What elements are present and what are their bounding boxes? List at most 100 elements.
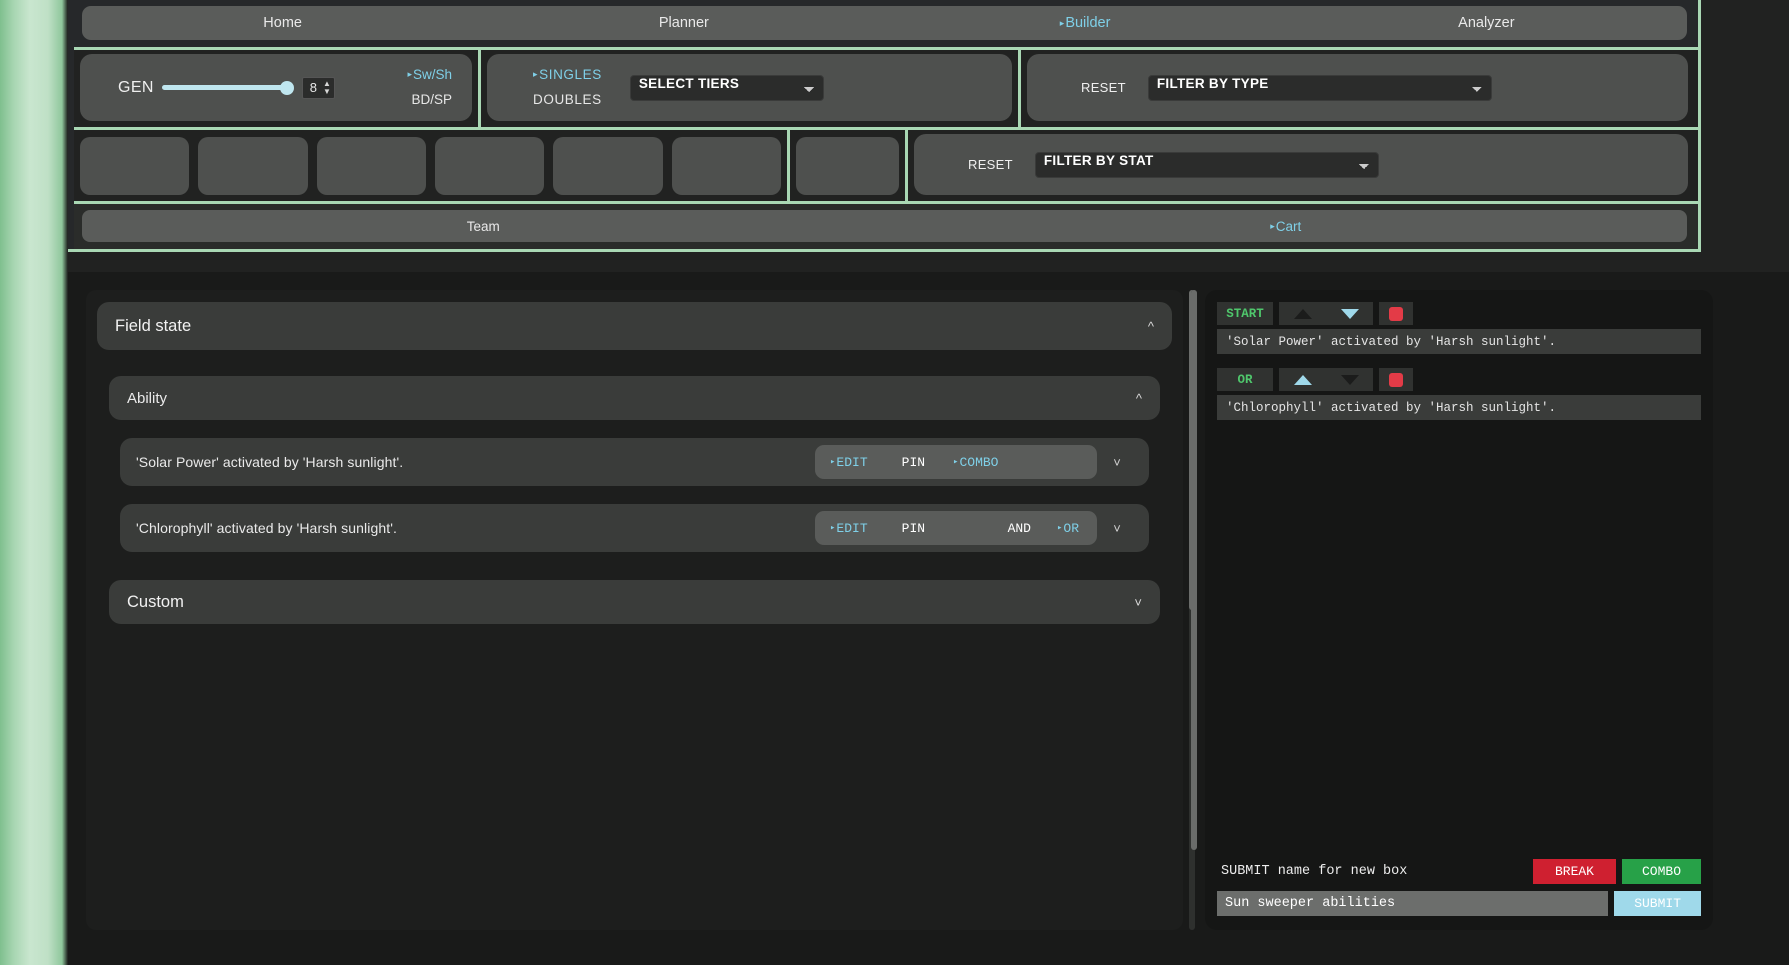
team-cart-tabbar: Team ▸Cart bbox=[74, 201, 1698, 249]
format-option-doubles[interactable]: DOUBLES bbox=[533, 88, 602, 113]
move-up-icon[interactable] bbox=[1293, 308, 1312, 319]
card-tag-or[interactable]: OR bbox=[1217, 368, 1273, 391]
format-panel: ▸SINGLES DOUBLES SELECT TIERS bbox=[481, 47, 1021, 127]
chevron-down-icon: ˅ bbox=[1134, 594, 1142, 610]
caret-right-icon: ▸ bbox=[830, 457, 836, 467]
expand-row-chevron-down-icon[interactable]: ˅ bbox=[1097, 521, 1137, 536]
app-root: Home Planner ▸Builder Analyzer GEN 8 ▲ ▼… bbox=[68, 0, 1789, 965]
nav-item-home[interactable]: Home bbox=[82, 15, 483, 31]
gen-slider-knob[interactable] bbox=[279, 80, 294, 95]
cart-pane: START 'Solar Power' activated by 'Harsh … bbox=[1191, 290, 1713, 930]
card-delete-button[interactable] bbox=[1379, 302, 1413, 325]
filter-by-type-dropdown[interactable]: FILTER BY TYPE bbox=[1147, 74, 1492, 101]
caret-right-icon: ▸ bbox=[1059, 17, 1065, 28]
filter-by-stat-value: FILTER BY STAT bbox=[1043, 152, 1154, 168]
tab-cart[interactable]: ▸Cart bbox=[885, 219, 1688, 234]
version-label-swsh: Sw/Sh bbox=[412, 66, 452, 82]
or-button[interactable]: ▸OR bbox=[1057, 521, 1079, 536]
main-navigation: Home Planner ▸Builder Analyzer bbox=[82, 6, 1687, 40]
team-slot-strip bbox=[74, 127, 790, 201]
ability-row-actions: ▸EDIT PIN ▸COMBO bbox=[815, 445, 1097, 479]
break-button[interactable]: BREAK bbox=[1532, 859, 1616, 884]
gen-slider-track bbox=[161, 85, 292, 90]
field-state-accordion[interactable]: Field state ^ bbox=[97, 302, 1172, 350]
team-slot-3[interactable] bbox=[316, 136, 426, 195]
gen-label: GEN bbox=[118, 78, 154, 96]
tab-label-team: Team bbox=[466, 218, 500, 234]
pin-label: PIN bbox=[901, 520, 926, 536]
tab-label-cart: Cart bbox=[1275, 218, 1302, 234]
caret-right-icon: ▸ bbox=[533, 69, 539, 80]
move-up-icon[interactable] bbox=[1293, 374, 1312, 385]
team-slot-4[interactable] bbox=[434, 136, 545, 195]
reset-stat-button[interactable]: RESET bbox=[968, 157, 1013, 172]
combo-button[interactable]: COMBO bbox=[1621, 859, 1701, 884]
gen-slider[interactable] bbox=[161, 80, 294, 96]
nav-label-builder: Builder bbox=[1065, 15, 1111, 31]
combo-button[interactable]: ▸COMBO bbox=[953, 455, 998, 470]
team-slot-5[interactable] bbox=[553, 136, 663, 195]
chevron-up-icon: ^ bbox=[1147, 318, 1154, 334]
box-name-input[interactable] bbox=[1217, 891, 1609, 916]
pin-button[interactable]: PIN bbox=[902, 521, 925, 536]
nav-item-builder[interactable]: ▸Builder bbox=[885, 15, 1286, 31]
gen-number-input[interactable]: 8 ▲ ▼ bbox=[301, 76, 335, 99]
control-row-primary: GEN 8 ▲ ▼ ▸Sw/Sh BD/SP ▸SINGLES DOUBLES … bbox=[74, 47, 1698, 127]
expand-row-chevron-down-icon[interactable]: ˅ bbox=[1097, 455, 1137, 470]
filter-by-stat-dropdown[interactable]: FILTER BY STAT bbox=[1034, 151, 1379, 178]
submit-button[interactable]: SUBMIT bbox=[1614, 891, 1701, 916]
cart-scrollbar[interactable] bbox=[1191, 290, 1197, 850]
caret-right-icon: ▸ bbox=[1056, 523, 1063, 533]
card-tag-label: OR bbox=[1237, 372, 1253, 387]
nav-item-planner[interactable]: Planner bbox=[483, 15, 884, 31]
edit-button[interactable]: ▸EDIT bbox=[830, 455, 868, 470]
nav-item-analyzer[interactable]: Analyzer bbox=[1286, 15, 1687, 31]
version-option-swsh[interactable]: ▸Sw/Sh bbox=[407, 63, 452, 88]
filter-stat-panel: RESET FILTER BY STAT bbox=[908, 127, 1698, 201]
submit-hint-label: SUBMIT name for new box bbox=[1221, 864, 1408, 879]
card-delete-button[interactable] bbox=[1379, 368, 1413, 391]
move-down-icon[interactable] bbox=[1340, 374, 1359, 385]
field-state-pane: Field state ^ Ability ^ 'Solar Power' ac… bbox=[86, 290, 1195, 930]
app-background: Home Planner ▸Builder Analyzer GEN 8 ▲ ▼… bbox=[0, 0, 1789, 965]
extra-slot-panel bbox=[790, 127, 908, 201]
caret-right-icon: ▸ bbox=[407, 69, 412, 80]
edit-label: EDIT bbox=[836, 520, 868, 536]
and-button[interactable]: AND bbox=[1008, 521, 1031, 536]
custom-accordion[interactable]: Custom ˅ bbox=[109, 580, 1160, 624]
card-text: 'Chlorophyll' activated by 'Harsh sunlig… bbox=[1217, 395, 1701, 420]
cart-scrollbar-thumb[interactable] bbox=[1191, 290, 1197, 850]
extra-slot[interactable] bbox=[796, 136, 899, 195]
team-slot-6[interactable] bbox=[671, 136, 781, 195]
card-tag-start[interactable]: START bbox=[1217, 302, 1273, 325]
move-down-icon[interactable] bbox=[1340, 308, 1359, 319]
game-version-options: ▸Sw/Sh BD/SP bbox=[407, 63, 452, 113]
card-tag-label: START bbox=[1226, 306, 1264, 321]
ability-accordion[interactable]: Ability ^ bbox=[109, 376, 1160, 420]
edit-label: EDIT bbox=[836, 454, 868, 470]
select-tiers-dropdown[interactable]: SELECT TIERS bbox=[629, 74, 824, 101]
version-option-bdsp[interactable]: BD/SP bbox=[407, 88, 452, 113]
delete-square-icon bbox=[1389, 372, 1403, 387]
version-label-bdsp: BD/SP bbox=[411, 91, 452, 107]
team-slot-2[interactable] bbox=[198, 136, 308, 195]
stepper-icon[interactable]: ▲ ▼ bbox=[323, 79, 331, 96]
cart-card: OR 'Chlorophyll' activated by 'Harsh sun… bbox=[1217, 368, 1701, 420]
edit-button[interactable]: ▸EDIT bbox=[830, 521, 868, 536]
reset-type-button[interactable]: RESET bbox=[1081, 80, 1126, 95]
card-text: 'Solar Power' activated by 'Harsh sunlig… bbox=[1217, 329, 1701, 354]
tab-team[interactable]: Team bbox=[82, 219, 885, 234]
card-reorder-controls[interactable] bbox=[1279, 368, 1373, 391]
nav-label-planner: Planner bbox=[658, 15, 709, 31]
custom-section-title: Custom bbox=[127, 592, 184, 611]
delete-square-icon bbox=[1389, 306, 1403, 321]
ability-row: 'Solar Power' activated by 'Harsh sunlig… bbox=[120, 438, 1149, 486]
cart-card: START 'Solar Power' activated by 'Harsh … bbox=[1217, 302, 1701, 354]
team-slot-1[interactable] bbox=[80, 136, 190, 195]
format-option-singles[interactable]: ▸SINGLES bbox=[533, 63, 602, 88]
card-reorder-controls[interactable] bbox=[1279, 302, 1373, 325]
generation-panel: GEN 8 ▲ ▼ ▸Sw/Sh BD/SP bbox=[74, 47, 481, 127]
pin-button[interactable]: PIN bbox=[902, 455, 925, 470]
pin-label: PIN bbox=[901, 454, 926, 470]
caret-right-icon: ▸ bbox=[1270, 221, 1275, 231]
